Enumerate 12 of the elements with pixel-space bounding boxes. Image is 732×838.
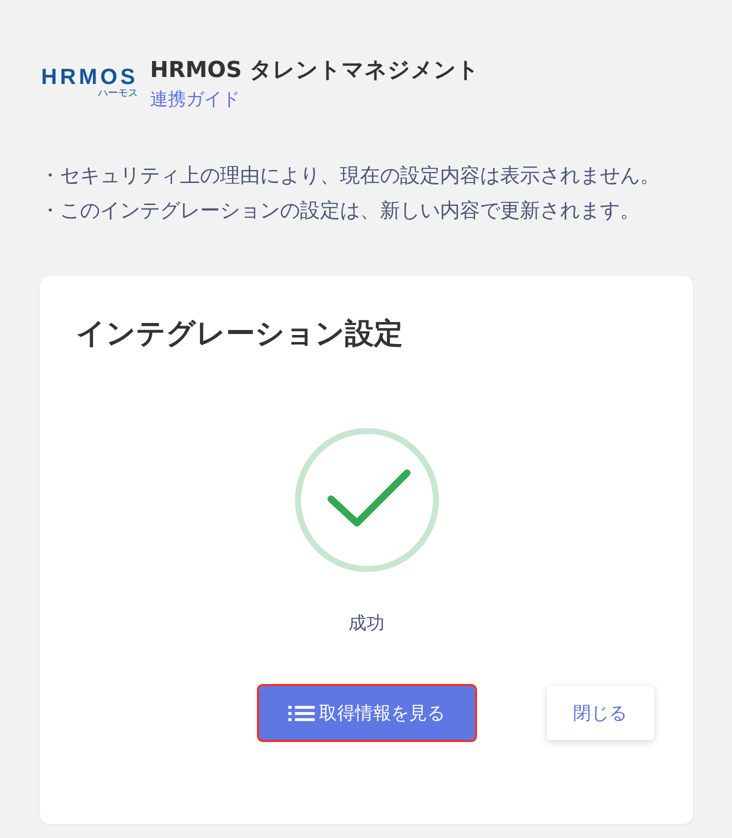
status-label: 成功 — [348, 612, 384, 636]
list-icon — [288, 704, 315, 722]
close-button[interactable]: 閉じる — [546, 686, 654, 740]
app-title: HRMOS タレントマネジメント — [150, 57, 480, 85]
guide-link[interactable]: 連携ガイド — [150, 86, 240, 114]
logo-kana: ハーモス — [98, 88, 138, 100]
view-info-button[interactable]: 取得情報を見る — [258, 686, 474, 740]
notice-text: ・このインテグレーションの設定は、新しい内容で更新されます。 — [40, 197, 641, 224]
card-title: インテグレーション設定 — [76, 315, 404, 352]
notice-text: ・セキュリティ上の理由により、現在の設定内容は表示されません。 — [40, 162, 661, 189]
logo-wordmark: HRMOS — [41, 66, 138, 88]
check-circle-icon — [294, 428, 438, 572]
